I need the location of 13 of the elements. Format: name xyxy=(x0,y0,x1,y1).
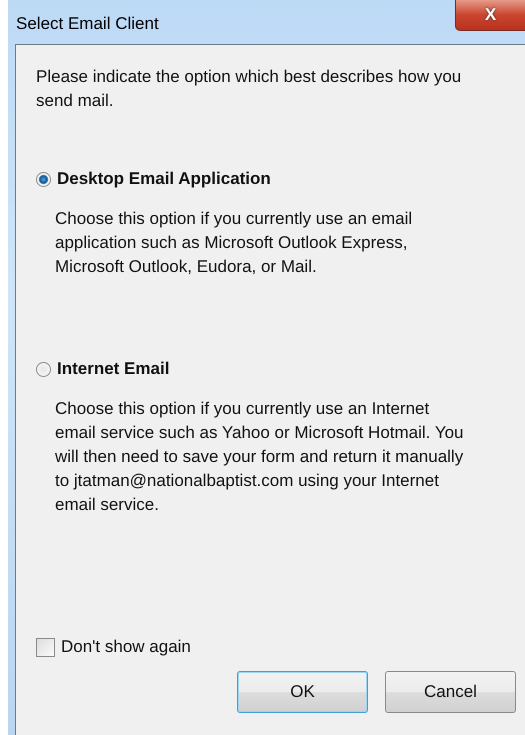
radio-button[interactable] xyxy=(36,172,51,186)
window-title: Select Email Client xyxy=(16,14,159,34)
option-description: Choose this option if you currently use an Internet email service such as Yahoo or Microsoft Hotmail. You will then need to save your form and return it manually to jtatman@nationalbaptist.com using your Internet email service. xyxy=(55,398,465,516)
option-label[interactable]: Internet Email xyxy=(57,359,170,379)
cancel-button[interactable]: Cancel xyxy=(385,671,516,713)
ok-button[interactable]: OK xyxy=(237,671,368,713)
close-button[interactable]: X xyxy=(455,0,525,31)
checkbox-label[interactable]: Don't show again xyxy=(61,637,191,657)
option-description: Choose this option if you currently use an email application such as Microsoft Outlook Express, Microsoft Outlook, Eudora, or Mail. xyxy=(55,208,414,278)
radio-button[interactable] xyxy=(36,362,51,376)
checkbox[interactable] xyxy=(36,638,55,656)
instruction-text: Please indicate the option which best describes how you send mail. xyxy=(36,66,462,112)
option-label[interactable]: Desktop Email Application xyxy=(57,169,271,189)
